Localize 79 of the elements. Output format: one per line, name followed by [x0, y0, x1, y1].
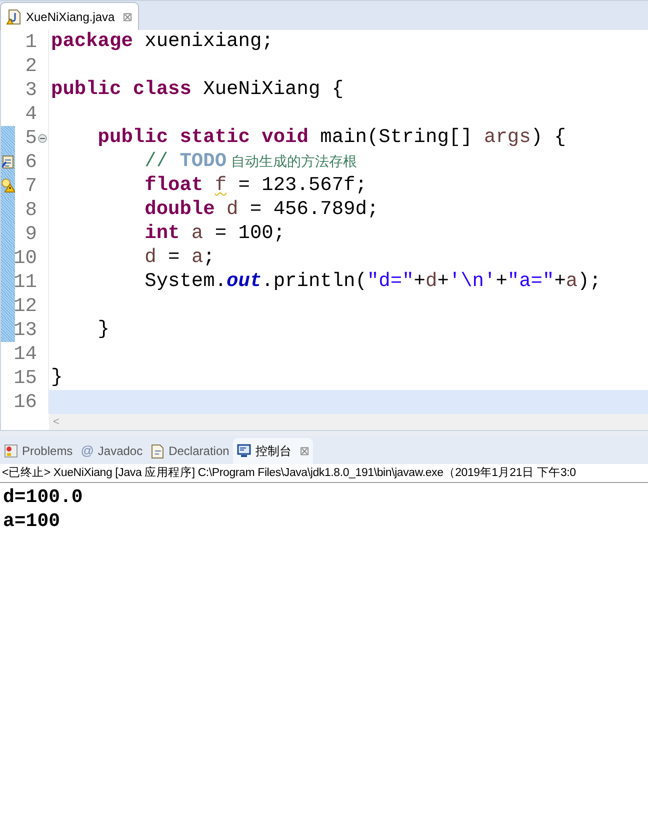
code-token: +	[554, 269, 566, 294]
close-icon[interactable]: ⊠	[122, 8, 133, 26]
console-header: <已终止> XueNiXiang [Java 应用程序] C:\Program Files\Java\jdk1.8.0_191\bin\javaw.exe（2019年1月21日 下午3:0	[0, 464, 648, 483]
code-token: .println(	[262, 269, 367, 294]
code-token: out	[226, 269, 262, 294]
code-token: System.	[144, 269, 227, 294]
line-number: 16	[14, 390, 37, 414]
close-icon[interactable]: ⊠	[299, 442, 310, 460]
code-token: }	[51, 365, 63, 390]
code-token: +	[437, 269, 449, 294]
code-token: ) {	[530, 125, 566, 150]
code-token: args	[484, 125, 531, 150]
code-token: f	[214, 173, 227, 198]
code-token: //	[144, 149, 168, 174]
line-number: 6	[25, 150, 37, 174]
view-tab[interactable]: Problems	[0, 438, 77, 464]
code-token: void	[260, 125, 308, 150]
line-number: 5	[25, 126, 37, 150]
console-output-line: d=100.0	[3, 485, 83, 509]
tab-label: Problems	[22, 443, 73, 460]
code-token: = 100;	[214, 221, 286, 246]
line-number: 10	[14, 246, 37, 270]
code-token: "d="	[366, 269, 414, 294]
code-token: package	[51, 29, 133, 54]
declaration-icon	[150, 444, 165, 458]
tab-label: Declaration	[168, 443, 230, 460]
code-token: =	[167, 245, 181, 270]
code-token: }	[96, 317, 110, 342]
line-number: 13	[14, 318, 37, 342]
code-token: );	[578, 269, 602, 294]
code-token: +	[414, 269, 426, 294]
code-token: a	[191, 245, 204, 270]
code-token: d	[425, 269, 438, 294]
code-token: = 456.789d;	[248, 197, 379, 222]
tab-label: 控制台	[255, 443, 292, 460]
monitor-icon	[237, 444, 252, 458]
code-token: +	[496, 269, 508, 294]
code-token: public	[96, 125, 168, 150]
line-number: 14	[14, 342, 37, 366]
view-tab[interactable]: 控制台 ⊠	[233, 438, 314, 464]
code-token: int	[144, 221, 180, 246]
code-token: public	[51, 77, 122, 102]
line-number: 7	[25, 174, 37, 198]
code-token: TODO	[178, 149, 227, 174]
code-token: ;	[203, 245, 215, 270]
tab-title: XueNiXiang.java	[26, 8, 115, 26]
collapse-icon[interactable]	[38, 134, 47, 143]
at-sign-icon: @	[80, 441, 94, 461]
code-token: XueNiXiang {	[202, 77, 344, 102]
code-token: '\n'	[448, 269, 496, 294]
editor-tab[interactable]: XueNiXiang.java ⊠	[0, 2, 139, 30]
code-token: 自动生成的方法存根	[230, 152, 357, 172]
tab-label: Javadoc	[98, 443, 143, 460]
line-number: 11	[14, 270, 37, 294]
problems-icon	[4, 444, 18, 458]
java-file-icon	[6, 8, 22, 24]
code-token: main(String[]	[319, 125, 474, 150]
code-token: class	[132, 77, 192, 102]
line-number: 8	[25, 198, 37, 222]
code-token: a	[566, 269, 578, 294]
view-tab[interactable]: Declaration	[146, 438, 234, 464]
line-number: 4	[25, 102, 37, 126]
code-token: xuenixiang;	[144, 29, 274, 54]
code-token: double	[144, 197, 215, 222]
line-number: 12	[14, 294, 37, 318]
code-token: float	[144, 173, 204, 198]
code-token: d	[226, 197, 238, 222]
view-tab[interactable]: @ Javadoc	[76, 438, 147, 464]
code-token: d	[144, 245, 156, 270]
line-number: 1	[25, 30, 37, 54]
line-number: 15	[14, 366, 37, 390]
code-token: a	[190, 221, 204, 246]
line-number: 9	[25, 222, 37, 246]
code-token: = 123.567f;	[237, 173, 367, 198]
console-output-line: a=100	[3, 509, 60, 533]
code-token: static	[178, 125, 250, 150]
code-token: "a="	[507, 269, 554, 294]
line-number: 2	[25, 54, 37, 78]
line-number: 3	[25, 78, 37, 102]
